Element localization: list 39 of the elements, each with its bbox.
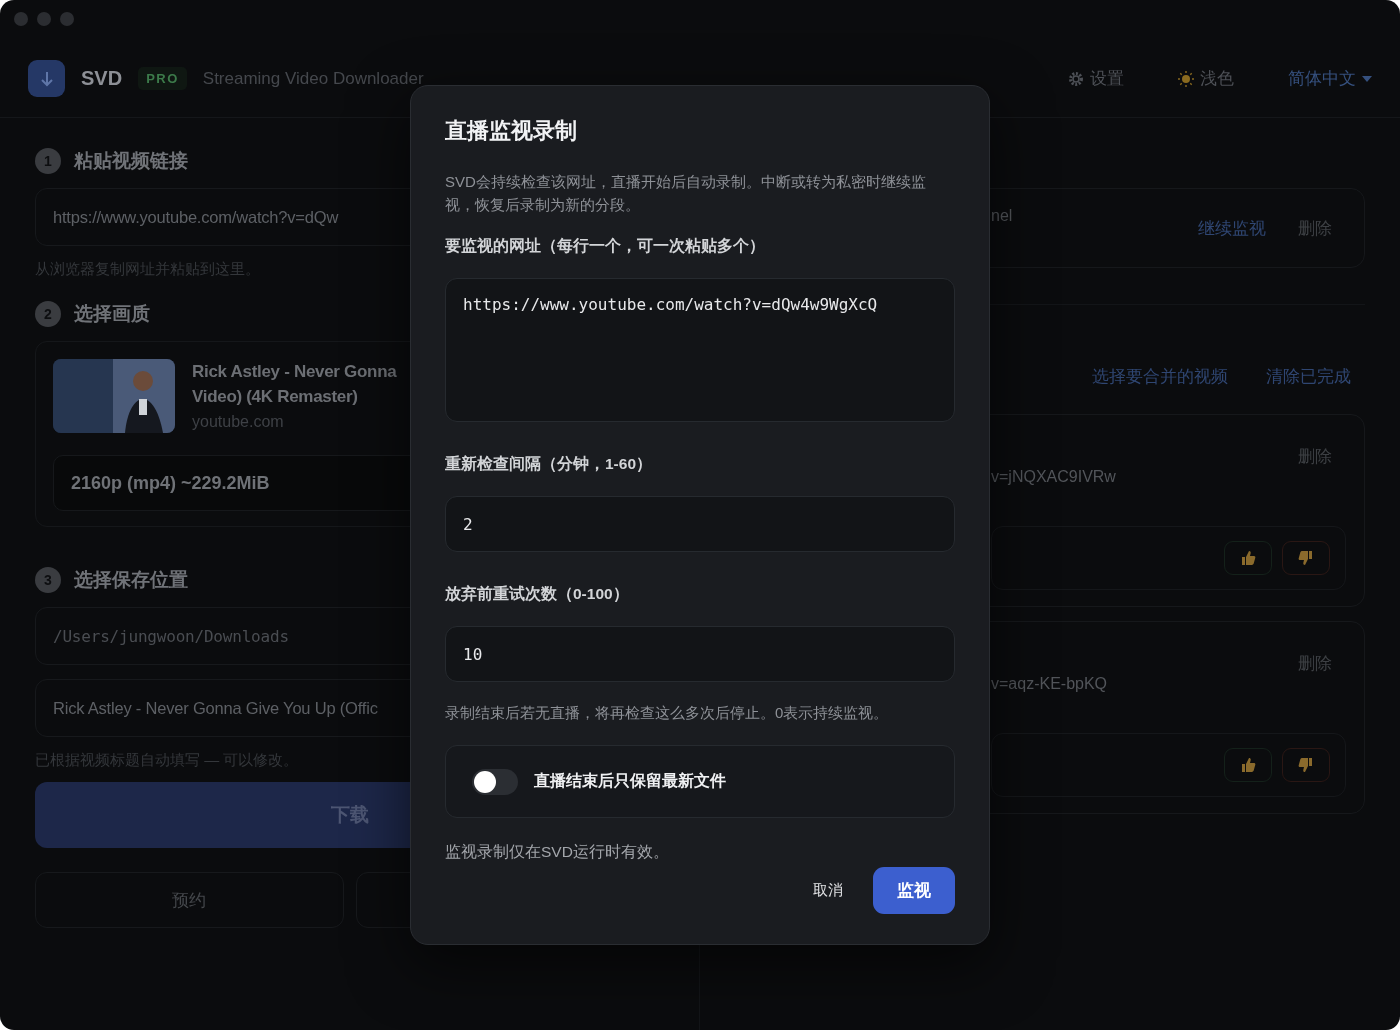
app-subtitle: Streaming Video Downloader	[202, 68, 425, 89]
like-button[interactable]	[1224, 748, 1272, 782]
theme-button[interactable]: 浅色	[1178, 67, 1234, 90]
video-site: youtube.com	[192, 413, 285, 431]
interval-field[interactable]: 2	[445, 496, 955, 552]
thumbs-up-icon	[1240, 550, 1256, 566]
queue-action-link[interactable]: 选择要合并的视频	[1092, 365, 1228, 388]
pro-badge: PRO	[138, 67, 187, 90]
video-title: Video) (4K Remaster)	[192, 386, 359, 408]
video-title: Rick Astley - Never Gonna	[192, 361, 397, 383]
url-textarea[interactable]: https://www.youtube.com/watch?v=dQw4w9WgXcQ	[445, 278, 955, 422]
settings-icon	[1068, 70, 1084, 87]
queue-action-link[interactable]: 清除已完成	[1266, 365, 1351, 388]
step-title: 粘贴视频链接	[74, 149, 188, 173]
video-url: v=aqz-KE-bpKQ	[991, 675, 1109, 693]
toggle-switch[interactable]	[472, 768, 518, 795]
step-title: 选择保存位置	[74, 568, 188, 592]
step-title: 选择画质	[74, 302, 150, 326]
thumbs-down-icon	[1298, 757, 1314, 773]
app-name: SVD	[81, 67, 123, 90]
resume-link[interactable]: 继续监视	[1198, 216, 1266, 240]
video-url: v=jNQXAC9IVRw	[991, 468, 1117, 486]
language-dropdown[interactable]: 简体中文	[1288, 67, 1372, 90]
channel-name: nel	[991, 207, 1014, 225]
sun-icon	[1178, 70, 1194, 87]
thumbs-down-icon	[1298, 550, 1314, 566]
settings-button[interactable]: 设置	[1068, 67, 1124, 90]
like-button[interactable]	[1224, 541, 1272, 575]
thumbs-up-icon	[1240, 757, 1256, 773]
field-label: 放弃前重试次数（0-100）	[445, 584, 630, 604]
logo-icon	[28, 60, 65, 97]
dialog-title: 直播监视录制	[445, 117, 578, 145]
dislike-button[interactable]	[1282, 748, 1330, 782]
monitor-button[interactable]: 监视	[873, 867, 955, 914]
schedule-button[interactable]: 预约	[35, 872, 344, 928]
retries-field[interactable]: 10	[445, 626, 955, 682]
dislike-button[interactable]	[1282, 541, 1330, 575]
caret-icon	[1362, 75, 1372, 82]
cancel-button[interactable]: 取消	[807, 880, 849, 901]
